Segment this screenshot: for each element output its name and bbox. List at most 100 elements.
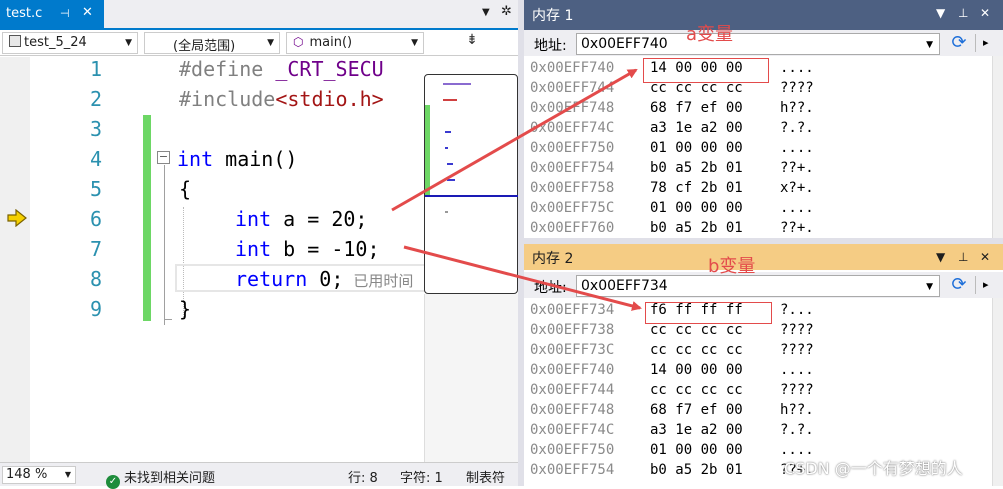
memory-bytes: b0 a5 2b 01 — [650, 462, 743, 478]
cursor-line: 行: 8 — [348, 471, 378, 486]
window-title: 内存 2 — [532, 251, 574, 267]
toolbar-separator — [975, 276, 976, 294]
cursor-column: 字符: 1 — [400, 471, 443, 486]
pin-icon[interactable]: ⊥ — [958, 6, 968, 20]
memory-address: 0x00EFF750 — [530, 442, 615, 458]
memory-address: 0x00EFF760 — [530, 220, 615, 236]
function-name: main() — [309, 35, 353, 50]
gear-icon[interactable]: ✲ — [501, 4, 512, 19]
memory-bytes: a3 1e a2 00 — [650, 422, 743, 438]
line-number: 4 — [89, 147, 102, 171]
memory-address: 0x00EFF73C — [530, 342, 615, 358]
memory-address: 0x00EFF74C — [530, 120, 615, 136]
project-name: test_5_24 — [24, 35, 87, 50]
memory-bytes: 68 f7 ef 00 — [650, 402, 743, 418]
memory-2-scrollbar[interactable] — [992, 298, 1003, 486]
annotation-a-variable: a变量 — [686, 24, 734, 45]
memory-address: 0x00EFF744 — [530, 80, 615, 96]
pin-icon[interactable]: ⊣ — [60, 7, 70, 20]
chevron-down-icon: ▼ — [64, 470, 71, 479]
window-title: 内存 1 — [532, 8, 574, 24]
code-line-5: { — [179, 177, 192, 201]
code-token: return — [235, 267, 308, 291]
split-editor-icon[interactable]: ⇟ — [428, 32, 516, 54]
code-line-9: } — [179, 297, 192, 321]
memory-ascii: ???? — [780, 322, 814, 338]
memory-ascii: .... — [780, 362, 814, 378]
memory-window-1-title-bar[interactable]: 内存 1 ▼ ⊥ ✕ — [524, 0, 1003, 30]
overflow-icon[interactable]: ▸ — [983, 278, 989, 291]
memory-window-2-title-bar[interactable]: 内存 2 ▼ ⊥ ✕ — [524, 244, 1003, 270]
memory-address: 0x00EFF744 — [530, 382, 615, 398]
memory-bytes: cc cc cc cc — [650, 342, 743, 358]
scope-guide-end — [164, 319, 172, 320]
chevron-down-icon: ▼ — [267, 38, 274, 48]
memory-rows: 0x00EFF740 14 00 00 00.... 0x00EFF744 cc c… — [524, 60, 992, 238]
address-value: 0x00EFF734 — [581, 278, 668, 294]
address-bar: 地址: 0x00EFF734 ▼ ⟳ ▸ — [524, 272, 1003, 298]
memory-address: 0x00EFF758 — [530, 180, 615, 196]
project-dropdown[interactable]: test_5_24 ▼ — [2, 32, 138, 54]
address-label: 地址: — [534, 38, 567, 54]
code-token: int — [235, 237, 272, 261]
editor-scrollbar[interactable] — [424, 294, 518, 462]
line-number: 1 — [89, 57, 102, 81]
collapse-toggle[interactable]: − — [157, 151, 170, 164]
chevron-down-icon[interactable]: ▼ — [926, 40, 933, 50]
close-icon[interactable]: ✕ — [980, 6, 990, 20]
code-token: #define — [179, 57, 276, 81]
address-input[interactable]: 0x00EFF740 ▼ — [576, 33, 940, 55]
tab-test-c[interactable]: test.c ⊣ ✕ — [0, 0, 104, 28]
code-token: <stdio.h> — [275, 87, 384, 111]
memory-address: 0x00EFF740 — [530, 362, 615, 378]
memory-window-2: 内存 2 ▼ ⊥ ✕ 地址: 0x00EFF734 ▼ ⟳ ▸ 0x00EFF7… — [524, 244, 1003, 486]
indentation-mode[interactable]: 制表符 — [466, 467, 505, 486]
refresh-icon[interactable]: ⟳ — [948, 274, 970, 296]
pin-icon[interactable]: ⊥ — [958, 250, 968, 264]
chevron-down-icon[interactable]: ▼ — [926, 282, 933, 292]
overflow-icon[interactable]: ▸ — [983, 36, 989, 49]
zoom-dropdown[interactable]: 148 % ▼ — [2, 466, 76, 484]
line-number: 8 — [89, 267, 102, 291]
scope-dropdown[interactable]: (全局范围) ▼ — [144, 32, 280, 54]
memory-bytes: b0 a5 2b 01 — [650, 220, 743, 236]
memory-ascii: .... — [780, 60, 814, 76]
navigation-bar: test_5_24 ▼ (全局范围) ▼ ⬡ main() ▼ ⇟ — [0, 30, 518, 56]
code-text-area[interactable]: #define _CRT_SECU #include<stdio.h> − in… — [155, 57, 425, 462]
highlight-box-a — [643, 58, 769, 83]
refresh-icon[interactable]: ⟳ — [948, 32, 970, 54]
code-token: 0; — [307, 267, 344, 291]
memory-bytes: 14 00 00 00 — [650, 362, 743, 378]
memory-address: 0x00EFF754 — [530, 462, 615, 478]
memory-address: 0x00EFF740 — [530, 60, 615, 76]
change-indicator — [143, 115, 151, 321]
code-minimap[interactable] — [424, 74, 518, 294]
close-icon[interactable]: ✕ — [980, 250, 990, 264]
zoom-level: 148 % — [6, 467, 48, 482]
minimap-caret-line — [425, 195, 518, 197]
function-dropdown[interactable]: ⬡ main() ▼ — [286, 32, 424, 54]
memory-1-scrollbar[interactable] — [992, 56, 1003, 238]
close-icon[interactable]: ✕ — [82, 5, 93, 20]
memory-ascii: .... — [780, 140, 814, 156]
code-token: #include — [179, 87, 276, 111]
memory-ascii: .... — [780, 200, 814, 216]
memory-ascii: ??+. — [780, 160, 814, 176]
glyph-margin — [0, 57, 30, 462]
elapsed-time-hint[interactable]: 已用时间 — [353, 273, 413, 290]
code-line-1: #define _CRT_SECU — [179, 57, 384, 81]
memory-bytes: 01 00 00 00 — [650, 442, 743, 458]
memory-window-1: 内存 1 ▼ ⊥ ✕ 地址: 0x00EFF740 ▼ ⟳ ▸ 0x00EFF7… — [524, 0, 1003, 238]
address-label: 地址: — [534, 280, 567, 296]
window-menu-icon[interactable]: ▼ — [936, 6, 945, 20]
tab-list-dropdown-icon[interactable]: ▼ — [482, 7, 490, 18]
code-token: int — [235, 207, 272, 231]
code-token: main() — [213, 147, 298, 171]
memory-address: 0x00EFF748 — [530, 100, 615, 116]
window-menu-icon[interactable]: ▼ — [936, 250, 945, 264]
status-bar: 148 % ▼ ✓ 未找到相关问题 行: 8 字符: 1 制表符 — [0, 462, 518, 489]
address-input[interactable]: 0x00EFF734 ▼ — [576, 275, 940, 297]
code-token: b = -10; — [271, 237, 380, 261]
code-line-4: int main() — [177, 147, 297, 171]
line-number: 7 — [89, 237, 102, 261]
